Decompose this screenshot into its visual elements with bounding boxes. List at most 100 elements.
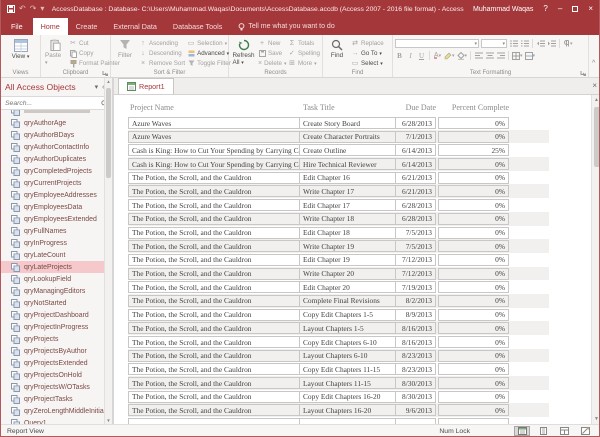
doc-scroll-thumb[interactable] [594, 107, 600, 167]
text-formatting-dialog-launcher-icon[interactable] [580, 70, 586, 76]
advanced-button[interactable]: Advanced ▾ [187, 49, 231, 58]
paste-button[interactable]: Paste ▾ [43, 37, 67, 68]
cell-due-date: 8/2/2013 [395, 295, 436, 307]
remove-sort-button[interactable]: ×Remove Sort [139, 59, 185, 68]
alternate-row-color-button[interactable]: ▾ [525, 51, 536, 60]
gridlines-button[interactable]: ▾ [512, 51, 523, 60]
nav-menu-icon[interactable]: ▾ [93, 83, 101, 91]
font-name-combo[interactable]: ▾ [395, 39, 479, 48]
totals-button[interactable]: ΣTotals [288, 39, 320, 48]
report-view-button[interactable] [514, 426, 530, 436]
nav-item[interactable]: qryInProgress [1, 237, 112, 249]
background-color-button[interactable]: ▾ [457, 51, 468, 60]
minimize-button[interactable]: – [558, 4, 562, 14]
ribbon-tab[interactable]: External Data [105, 18, 165, 35]
delete-record-button[interactable]: ×Delete ▾ [258, 59, 286, 68]
redo-icon[interactable]: ↷ [30, 5, 37, 13]
nav-item[interactable]: qryLookupField [1, 273, 112, 285]
ribbon-tab[interactable]: Database Tools [165, 18, 230, 35]
toggle-filter-button[interactable]: Toggle Filter [187, 59, 231, 68]
nav-item[interactable]: qryLateCount [1, 249, 112, 261]
font-color-button[interactable]: A▾ [433, 51, 442, 60]
nav-item[interactable]: qryProjectsW/OTasks [1, 381, 112, 393]
ribbon-tab[interactable]: Create [68, 18, 106, 35]
user-name[interactable]: Muhammad Waqas [473, 6, 533, 13]
close-tab-icon[interactable]: × [592, 81, 597, 90]
nav-item[interactable]: qryFullNames [1, 225, 112, 237]
nav-item[interactable]: qryEmployeeAddresses [1, 189, 112, 201]
nav-item[interactable]: qryProjectTasks [1, 393, 112, 405]
nav-item[interactable]: qryAuthorBDays [1, 129, 112, 141]
maximize-button[interactable] [572, 6, 578, 12]
nav-scroll-down-icon[interactable]: ▼ [106, 418, 111, 423]
nav-item[interactable]: qryLateProjects [1, 261, 112, 273]
more-button[interactable]: ⊞More ▾ [288, 59, 320, 68]
layout-view-button[interactable] [556, 426, 572, 436]
tab-report1[interactable]: Report1 [118, 78, 174, 94]
nav-item[interactable]: qryNotStarted [1, 297, 112, 309]
nav-item[interactable]: qryProjectDashboard [1, 309, 112, 321]
increase-indent-icon[interactable] [547, 39, 556, 48]
font-size-combo[interactable]: ▾ [481, 39, 507, 48]
underline-button[interactable]: U [417, 51, 426, 60]
align-center-icon[interactable] [485, 51, 494, 60]
nav-item[interactable]: qryEmployeesExtended [1, 213, 112, 225]
find-button[interactable]: Find [325, 37, 349, 68]
nav-item[interactable]: qryCurrentProjects [1, 177, 112, 189]
new-record-button[interactable]: +New [258, 39, 286, 48]
view-button[interactable]: View ▾ [9, 37, 33, 68]
doc-scroll-down-icon[interactable]: ▼ [592, 416, 600, 422]
help-button[interactable]: ? [543, 4, 547, 14]
nav-item[interactable] [1, 110, 112, 117]
design-view-button[interactable] [577, 426, 593, 436]
save-icon[interactable] [7, 5, 15, 13]
document-scrollbar[interactable]: ▲ ▼ [591, 95, 600, 424]
highlight-color-button[interactable]: ▾ [444, 51, 455, 60]
nav-item[interactable]: qryAuthorAge [1, 117, 112, 129]
ribbon-tab[interactable]: Home [33, 18, 68, 35]
collapse-ribbon-icon[interactable]: ^ [589, 35, 598, 77]
goto-button[interactable]: →Go To ▾ [351, 49, 389, 58]
nav-item[interactable]: Query1 [1, 417, 112, 424]
nav-item[interactable]: qryCompletedProjects [1, 165, 112, 177]
refresh-all-button[interactable]: Refresh All ▾ [231, 37, 256, 68]
numbering-icon[interactable] [520, 39, 529, 48]
nav-item[interactable]: qryEmployeesData [1, 201, 112, 213]
nav-item[interactable]: qryAuthorContactInfo [1, 141, 112, 153]
bullets-icon[interactable] [509, 39, 518, 48]
paragraph-marks-icon[interactable]: ▾ [563, 39, 573, 48]
nav-scroll-up-icon[interactable]: ▲ [106, 79, 111, 84]
select-button[interactable]: ▭Select ▾ [351, 59, 389, 68]
save-record-button[interactable]: Save [258, 49, 286, 58]
align-left-icon[interactable] [474, 51, 483, 60]
nav-item[interactable]: qryZeroLengthMiddleInitial [1, 405, 112, 417]
nav-item[interactable]: qryManagingEditors [1, 285, 112, 297]
nav-item[interactable]: qryProjectsExtended [1, 357, 112, 369]
nav-scrollbar[interactable]: ▲ ▼ [104, 78, 112, 424]
tell-me-box[interactable]: Tell me what you want to do [230, 18, 342, 35]
bold-button[interactable]: B [395, 51, 404, 60]
replace-button[interactable]: ⇄Replace [351, 39, 389, 48]
descending-button[interactable]: ↓Descending [139, 49, 185, 58]
spelling-button[interactable]: ✓Spelling [288, 49, 320, 58]
ascending-button[interactable]: ↑Ascending [139, 39, 185, 48]
undo-icon[interactable]: ↶ [19, 5, 26, 13]
nav-scroll-thumb[interactable] [106, 88, 111, 178]
decrease-indent-icon[interactable] [536, 39, 545, 48]
italic-button[interactable]: I [406, 51, 415, 60]
print-preview-button[interactable] [535, 426, 551, 436]
nav-item[interactable]: qryProjectsOnHold [1, 369, 112, 381]
qat-customize-icon[interactable]: ▾ [40, 5, 44, 13]
nav-item[interactable]: qryAuthorDuplicates [1, 153, 112, 165]
nav-item[interactable]: qryProjectInProgress [1, 321, 112, 333]
search-input[interactable] [5, 100, 101, 107]
clipboard-dialog-launcher-icon[interactable] [102, 70, 108, 76]
close-button[interactable]: × [588, 4, 593, 14]
selection-button[interactable]: ▭Selection ▾ [187, 39, 231, 48]
nav-item[interactable]: qryProjects [1, 333, 112, 345]
doc-scroll-up-icon[interactable]: ▲ [592, 97, 600, 103]
align-right-icon[interactable] [496, 51, 505, 60]
ribbon-tab[interactable]: File [1, 18, 33, 35]
nav-item[interactable]: qryProjectsByAuthor [1, 345, 112, 357]
filter-button[interactable]: Filter [113, 37, 137, 68]
